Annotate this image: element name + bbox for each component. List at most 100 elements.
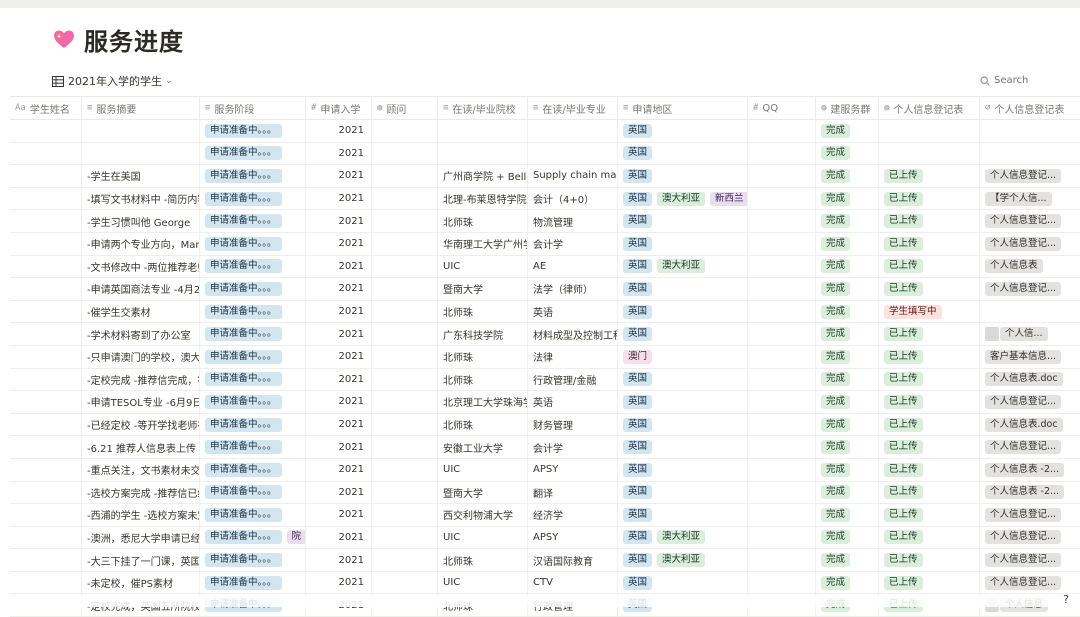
- advisor-cell[interactable]: [372, 526, 438, 549]
- qq-cell[interactable]: [748, 458, 816, 481]
- region-cell[interactable]: 英国: [618, 120, 748, 142]
- column-header-11[interactable]: ⌀ 个人信息登记表: [980, 97, 1080, 119]
- year-cell[interactable]: 2021: [306, 300, 372, 323]
- file-tag[interactable]: 个人信息表 -2...: [985, 485, 1065, 500]
- advisor-cell[interactable]: [372, 571, 438, 594]
- major-cell[interactable]: 财务管理: [528, 413, 618, 436]
- group-cell[interactable]: 完成: [816, 255, 879, 278]
- stage-cell[interactable]: 申请准备中。。。: [200, 210, 306, 232]
- summary-cell[interactable]: -选校方案完成 -推荐信已经: [82, 481, 200, 504]
- help-button[interactable]: ?: [1058, 592, 1074, 608]
- school-cell[interactable]: 暨南大学: [438, 481, 528, 504]
- student-name-cell[interactable]: [10, 436, 82, 458]
- school-cell[interactable]: [438, 120, 528, 142]
- school-cell[interactable]: [438, 142, 528, 165]
- file-tag[interactable]: 个人信...: [1000, 327, 1048, 342]
- file-tag[interactable]: 客户基本信息...: [985, 349, 1062, 364]
- column-header-8[interactable]: # QQ: [748, 97, 816, 119]
- major-cell[interactable]: 会计学: [528, 436, 618, 458]
- group-cell[interactable]: 完成: [816, 436, 879, 458]
- form-file-cell[interactable]: [980, 120, 1080, 142]
- table-row[interactable]: -大三下挂了一门课，英国还 申请准备中。。。 2021 北师珠 汉语国际教育 英国 澳大利亚…: [10, 549, 1080, 572]
- summary-cell[interactable]: -重点关注，文书素材未交齐: [82, 458, 200, 481]
- column-header-6[interactable]: ≡ 在读/毕业专业: [528, 97, 618, 119]
- summary-cell[interactable]: -6.21 推荐人信息表上传 -选: [82, 436, 200, 458]
- qq-cell[interactable]: [748, 481, 816, 504]
- column-header-0[interactable]: Aa 学生姓名: [10, 97, 82, 119]
- advisor-cell[interactable]: [372, 187, 438, 210]
- qq-cell[interactable]: [748, 436, 816, 458]
- student-name-cell[interactable]: [10, 278, 82, 300]
- form-status-cell[interactable]: 已上传: [879, 481, 980, 504]
- table-row[interactable]: -申请两个专业方向，Marke 申请准备中。。。 2021 华南理工大学广州学院会计学…: [10, 232, 1080, 256]
- school-cell[interactable]: 北师珠: [438, 549, 528, 571]
- form-status-cell[interactable]: 已上传: [879, 549, 980, 571]
- group-cell[interactable]: 完成: [816, 165, 879, 187]
- table-row[interactable]: -澳洲，悉尼大学申请已经递 申请准备中。。。院 2021 UIC APSY 英国 澳大利亚 完…: [10, 526, 1080, 550]
- table-row[interactable]: -催学生交素材 申请准备中。。。 2021 北师珠 英语 英国 完成 学生填写中: [10, 300, 1080, 324]
- major-cell[interactable]: 行政管理/金融: [528, 368, 618, 391]
- year-cell[interactable]: 2021: [306, 368, 372, 391]
- major-cell[interactable]: 英语: [528, 391, 618, 413]
- summary-cell[interactable]: -催学生交素材: [82, 300, 200, 323]
- year-cell[interactable]: 2021: [306, 549, 372, 571]
- group-cell[interactable]: 完成: [816, 391, 879, 413]
- student-name-cell[interactable]: [10, 345, 82, 368]
- group-cell[interactable]: 完成: [816, 187, 879, 210]
- group-cell[interactable]: 完成: [816, 142, 879, 165]
- qq-cell[interactable]: [748, 187, 816, 210]
- year-cell[interactable]: 2021: [306, 481, 372, 504]
- major-cell[interactable]: AE: [528, 255, 618, 278]
- year-cell[interactable]: 2021: [306, 165, 372, 187]
- table-row[interactable]: -学生习惯叫他 George 申请准备中。。。 2021 北师珠 物流管理 英国 完成 已上传…: [10, 210, 1080, 233]
- file-tag[interactable]: 个人信息登记...: [985, 507, 1062, 522]
- group-cell[interactable]: 完成: [816, 210, 879, 232]
- region-cell[interactable]: 英国 澳大利亚: [618, 549, 748, 571]
- student-name-cell[interactable]: [10, 549, 82, 571]
- qq-cell[interactable]: [748, 300, 816, 323]
- form-file-cell[interactable]: 个人信息表.doc: [980, 369, 1080, 391]
- advisor-cell[interactable]: [372, 436, 438, 458]
- year-cell[interactable]: 2021: [306, 142, 372, 165]
- stage-cell[interactable]: 申请准备中。。。: [200, 120, 306, 142]
- year-cell[interactable]: 2021: [306, 323, 372, 345]
- form-file-cell[interactable]: 个人信息表 -2...: [980, 482, 1080, 504]
- group-cell[interactable]: 完成: [816, 120, 879, 142]
- group-cell[interactable]: 完成: [816, 458, 879, 481]
- form-status-cell[interactable]: 已上传: [879, 391, 980, 413]
- student-name-cell[interactable]: [10, 187, 82, 210]
- table-row[interactable]: -西浦的学生 -选校方案未定 申请准备中。。。 2021 西交利物浦大学 经济学 英国 完成…: [10, 504, 1080, 527]
- stage-cell[interactable]: 申请准备中。。。院: [200, 526, 306, 549]
- form-status-cell[interactable]: 已上传: [879, 278, 980, 300]
- group-cell[interactable]: 完成: [816, 413, 879, 436]
- region-cell[interactable]: 英国: [618, 391, 748, 413]
- group-cell[interactable]: 完成: [816, 345, 879, 368]
- qq-cell[interactable]: [748, 504, 816, 526]
- student-name-cell[interactable]: [10, 210, 82, 232]
- qq-cell[interactable]: [748, 413, 816, 436]
- major-cell[interactable]: 物流管理: [528, 210, 618, 232]
- school-cell[interactable]: 北师珠: [438, 345, 528, 368]
- student-name-cell[interactable]: [10, 526, 82, 549]
- advisor-cell[interactable]: [372, 255, 438, 278]
- advisor-cell[interactable]: [372, 458, 438, 481]
- major-cell[interactable]: 法律: [528, 345, 618, 368]
- group-cell[interactable]: 完成: [816, 278, 879, 300]
- region-cell[interactable]: 英国: [618, 504, 748, 526]
- school-cell[interactable]: 西交利物浦大学: [438, 504, 528, 526]
- form-status-cell[interactable]: 已上传: [879, 571, 980, 594]
- file-tag[interactable]: 个人信息登记...: [985, 440, 1062, 455]
- group-cell[interactable]: 完成: [816, 300, 879, 323]
- qq-cell[interactable]: [748, 165, 816, 187]
- advisor-cell[interactable]: [372, 413, 438, 436]
- student-name-cell[interactable]: [10, 300, 82, 323]
- file-tag[interactable]: 【学个人信...: [985, 191, 1052, 206]
- year-cell[interactable]: 2021: [306, 278, 372, 300]
- form-status-cell[interactable]: 已上传: [879, 255, 980, 278]
- form-file-cell[interactable]: 个人信息登记...: [980, 210, 1080, 232]
- school-cell[interactable]: UIC: [438, 571, 528, 594]
- file-tag[interactable]: 个人信息登记...: [985, 168, 1062, 183]
- stage-cell[interactable]: 申请准备中。。。: [200, 571, 306, 594]
- group-cell[interactable]: 完成: [816, 504, 879, 526]
- major-cell[interactable]: 会计学: [528, 232, 618, 255]
